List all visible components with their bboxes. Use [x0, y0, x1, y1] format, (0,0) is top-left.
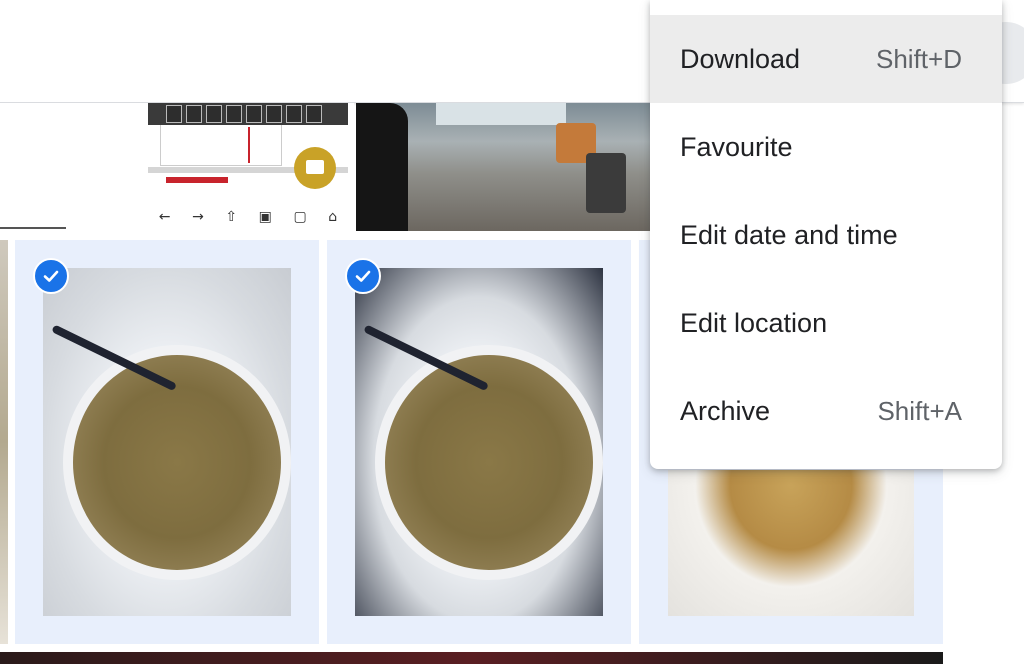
airport-person [356, 103, 408, 231]
tabs-icon: ▢ [293, 209, 307, 225]
menu-item-label: Edit date and time [680, 219, 898, 250]
selected-photo-card-1[interactable] [15, 240, 319, 644]
screenshot-diagram [160, 125, 282, 166]
photo-thumbnail-row-bottom[interactable] [0, 652, 943, 664]
menu-item-archive[interactable]: Archive Shift+A [650, 367, 1002, 455]
soup-bowl [374, 344, 603, 581]
photo-soup-2 [355, 268, 603, 616]
folder-icon: ▣ [258, 209, 272, 225]
selected-check-icon[interactable] [345, 258, 381, 294]
menu-item-download[interactable]: Download Shift+D [650, 15, 1002, 103]
menu-item-label: Edit location [680, 307, 828, 338]
airport-window [436, 103, 566, 125]
menu-item-edit-location[interactable]: Edit location [650, 279, 1002, 367]
photo-thumbnail-airport[interactable] [356, 103, 650, 231]
photo-actions-menu: Download Shift+D Favourite Edit date and… [650, 0, 1002, 469]
photo-soup-3 [668, 470, 914, 616]
screenshot-tab-underline [0, 227, 66, 229]
soup-bowl [62, 344, 291, 581]
selected-check-icon[interactable] [33, 258, 69, 294]
screenshot-red-line [248, 127, 250, 163]
photo-soup-1 [43, 268, 291, 616]
share-icon: ⇧ [225, 209, 238, 225]
screenshot-floating-button [294, 147, 336, 189]
airport-luggage [586, 153, 626, 213]
menu-item-shortcut: Shift+A [877, 395, 962, 426]
menu-item-shortcut: Shift+D [876, 43, 962, 74]
screenshot-red-bar [166, 177, 228, 183]
menu-item-label: Download [680, 43, 801, 74]
menu-item-label: Archive [680, 395, 771, 426]
photo-thumbnail-screenshot[interactable]: ← → ⇧ ▣ ▢ ⌂ [0, 103, 354, 233]
menu-item-favourite[interactable]: Favourite [650, 103, 1002, 191]
selected-photo-card-2[interactable] [327, 240, 631, 644]
forward-arrow-icon: → [192, 209, 204, 225]
menu-item-label: Favourite [680, 131, 793, 162]
menu-item-edit-date-time[interactable]: Edit date and time [650, 191, 1002, 279]
photo-thumbnail-partial-left[interactable] [0, 240, 8, 644]
home-icon: ⌂ [328, 209, 338, 225]
back-arrow-icon: ← [158, 209, 171, 225]
screenshot-nav-row: ← → ⇧ ▣ ▢ ⌂ [148, 205, 348, 229]
screenshot-panel [148, 103, 348, 125]
